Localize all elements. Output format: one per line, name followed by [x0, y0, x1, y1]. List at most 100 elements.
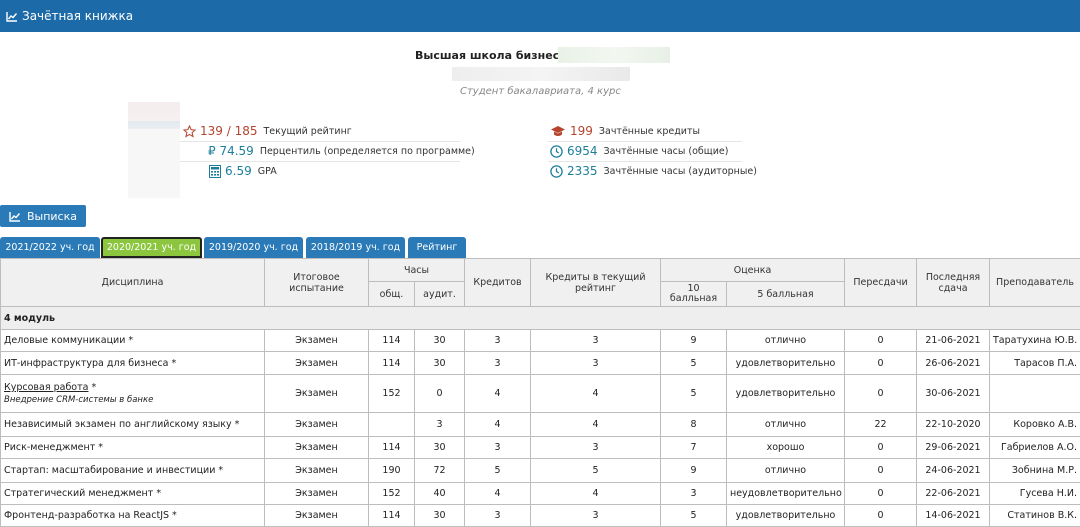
header-grade-5: 5 балльная — [727, 282, 845, 307]
cell-hours-aud: 30 — [415, 505, 465, 527]
tab-rating[interactable]: Рейтинг — [408, 237, 466, 258]
cell-retakes: 0 — [845, 330, 917, 352]
cell-grade-5: удовлетворительно — [727, 505, 845, 527]
cell-hours-aud: 72 — [415, 459, 465, 483]
cell-discipline: Деловые коммуникации * — [1, 330, 265, 352]
cell-grade-5: отлично — [727, 413, 845, 437]
cell-credits: 3 — [465, 437, 531, 459]
cell-grade-10: 3 — [661, 483, 727, 505]
cell-hours-total: 152 — [369, 483, 415, 505]
cell-hours-total: 114 — [369, 352, 415, 375]
tab-label: Рейтинг — [417, 242, 458, 253]
stat-hours-total: 6954 Зачтённые часы (общие) — [550, 141, 728, 161]
tab-label: 2021/2022 уч. год — [5, 242, 94, 253]
cell-teacher: Тарасов П.А. — [990, 352, 1080, 375]
stat-percentile-value: ₽ 74.59 — [208, 144, 254, 158]
clock-icon — [550, 145, 563, 158]
stat-gpa-value: 6.59 — [225, 164, 252, 178]
stat-percentile: ₽ 74.59 Перцентиль (определяется по прог… — [208, 141, 475, 161]
school-name-redacted — [558, 47, 670, 63]
header-teacher: Преподаватель — [990, 259, 1080, 307]
cell-credits: 5 — [465, 459, 531, 483]
required-marker: * — [88, 382, 96, 393]
cell-credits: 4 — [465, 413, 531, 437]
student-name-redacted — [452, 67, 630, 81]
cell-credits-rating: 3 — [531, 505, 661, 527]
coursework-link[interactable]: Курсовая работа — [4, 382, 88, 393]
cell-teacher: Коровко А.В. — [990, 413, 1080, 437]
cell-test: Экзамен — [265, 483, 369, 505]
extract-button[interactable]: Выписка — [0, 205, 86, 227]
cell-hours-total: 114 — [369, 505, 415, 527]
header-final-test: Итоговое испытание — [265, 259, 369, 307]
cell-date: 26-06-2021 — [917, 352, 990, 375]
stat-hours-aud-value: 2335 — [567, 164, 598, 178]
table-row: Фронтенд-разработка на ReactJS * Экзамен… — [1, 505, 1080, 527]
avatar — [128, 102, 180, 198]
header-last-date: Последняя сдача — [917, 259, 990, 307]
school-name: Высшая школа бизнеса : — [415, 49, 575, 62]
stat-gpa-label: GPA — [258, 166, 277, 177]
stat-rating-value: 139 / 185 — [200, 124, 257, 138]
cell-discipline: Фронтенд-разработка на ReactJS * — [1, 505, 265, 527]
student-status: Студент бакалавриата, 4 курс — [460, 86, 621, 97]
cell-grade-5: отлично — [727, 459, 845, 483]
header-retakes: Пересдачи — [845, 259, 917, 307]
tab-2021-2022[interactable]: 2021/2022 уч. год — [0, 237, 100, 258]
cell-date: 22-06-2021 — [917, 483, 990, 505]
cell-grade-5: удовлетворительно — [727, 375, 845, 413]
chart-line-icon — [6, 11, 18, 22]
header-credits: Кредитов — [465, 259, 531, 307]
header-grade: Оценка — [661, 259, 845, 282]
cell-discipline: Независимый экзамен по английскому языку… — [1, 413, 265, 437]
cell-credits: 4 — [465, 375, 531, 413]
cell-retakes: 0 — [845, 483, 917, 505]
cell-hours-total: 114 — [369, 437, 415, 459]
header-hours-total: общ. — [369, 282, 415, 307]
grades-table: Дисциплина Итоговое испытание Часы Креди… — [0, 258, 1080, 527]
table-row: Риск-менеджмент * Экзамен 114 30 3 3 7 х… — [1, 437, 1080, 459]
cell-credits: 3 — [465, 352, 531, 375]
cell-teacher: Зобнина М.Р. — [990, 459, 1080, 483]
tab-label: 2018/2019 уч. год — [311, 242, 400, 253]
cell-test: Экзамен — [265, 375, 369, 413]
header-hours: Часы — [369, 259, 465, 282]
stat-hours-aud: 2335 Зачтённые часы (аудиторные) — [550, 161, 757, 181]
cell-teacher: Гусева Н.И. — [990, 483, 1080, 505]
cell-hours-aud: 30 — [415, 437, 465, 459]
table-row: Деловые коммуникации * Экзамен 114 30 3 … — [1, 330, 1080, 352]
cell-credits-rating: 3 — [531, 352, 661, 375]
cell-grade-5: хорошо — [727, 437, 845, 459]
module-heading: 4 модуль — [1, 307, 1080, 330]
cell-credits: 3 — [465, 330, 531, 352]
stat-hours-aud-label: Зачтённые часы (аудиторные) — [604, 166, 757, 177]
cell-test: Экзамен — [265, 413, 369, 437]
stat-hours-total-value: 6954 — [567, 144, 598, 158]
cell-credits: 4 — [465, 483, 531, 505]
tab-2020-2021[interactable]: 2020/2021 уч. год — [101, 237, 202, 258]
stat-hours-total-label: Зачтённые часы (общие) — [604, 146, 729, 157]
cell-test: Экзамен — [265, 459, 369, 483]
cell-hours-total: 114 — [369, 330, 415, 352]
cell-hours-aud: 3 — [415, 413, 465, 437]
cell-test: Экзамен — [265, 352, 369, 375]
cell-grade-5: неудовлетворительно — [727, 483, 845, 505]
cell-credits-rating: 4 — [531, 375, 661, 413]
cell-teacher: Статинов В.К. — [990, 505, 1080, 527]
clock-icon — [550, 165, 563, 178]
stat-credits: 199 Зачтённые кредиты — [550, 121, 700, 141]
coursework-topic: Внедрение CRM-системы в банке — [4, 395, 261, 405]
tab-2018-2019[interactable]: 2018/2019 уч. год — [306, 237, 405, 258]
cell-hours-total — [369, 413, 415, 437]
cell-hours-aud: 30 — [415, 330, 465, 352]
cell-grade-10: 5 — [661, 375, 727, 413]
stat-credits-label: Зачтённые кредиты — [599, 126, 700, 137]
table-row: Независимый экзамен по английскому языку… — [1, 413, 1080, 437]
cell-test: Экзамен — [265, 437, 369, 459]
cell-discipline: Курсовая работа * Внедрение CRM-системы … — [1, 375, 265, 413]
cell-date: 14-06-2021 — [917, 505, 990, 527]
page-header: Зачётная книжка — [0, 0, 1080, 32]
cell-credits-rating: 4 — [531, 483, 661, 505]
cell-hours-total: 152 — [369, 375, 415, 413]
tab-2019-2020[interactable]: 2019/2020 уч. год — [204, 237, 303, 258]
